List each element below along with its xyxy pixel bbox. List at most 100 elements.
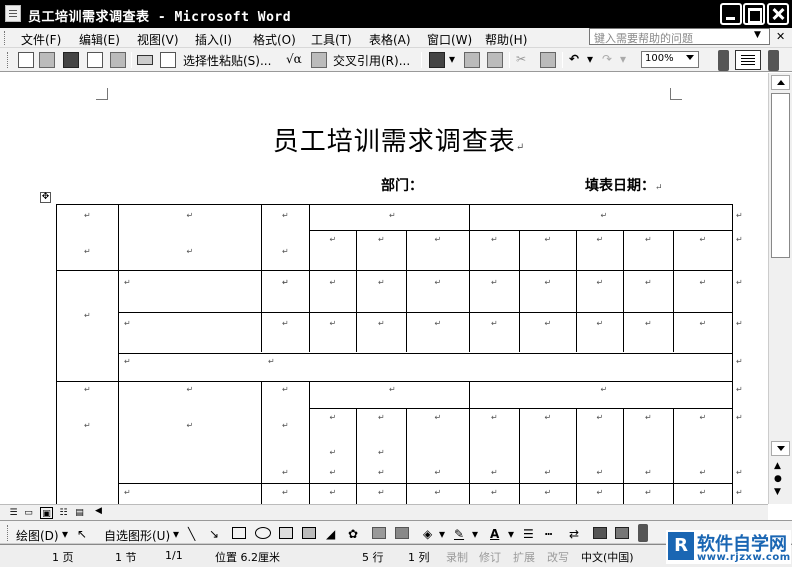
menu-help[interactable]: 帮助(H) <box>485 31 527 48</box>
scroll-thumb[interactable] <box>771 93 790 258</box>
print-icon[interactable] <box>137 55 153 65</box>
fill-color-icon[interactable]: ◈ <box>423 527 432 541</box>
new-document-icon[interactable] <box>18 52 34 68</box>
line-color-dropdown-icon[interactable]: ▾ <box>472 527 478 541</box>
survey-table[interactable]: ↵ ↵ ↵ ↵ ↵ ↵ ↵ ↵ ↵ ↵ ↵ ↵ ↵ ↵ ↵ ↵ ↵ ↵ ↵ ↵ ↵ ↵ ↵ ↵ ↵ ↵ ↵ ↵ ↵ ↵ ↵ ↵ ↵ ↵ ↵ ↵ ↵ ↵ ↵ ↵… <box>56 204 743 504</box>
scroll-up-button[interactable] <box>771 75 790 90</box>
arrow-tool-icon[interactable]: ↘ <box>209 527 219 541</box>
redo-dropdown-icon[interactable]: ▾ <box>620 52 626 66</box>
line-color-icon[interactable]: ✎ <box>454 527 464 541</box>
document-close-icon[interactable]: ✕ <box>776 30 785 43</box>
drawing-toolbar-options-icon[interactable] <box>638 524 648 542</box>
borders-icon[interactable] <box>735 50 761 70</box>
redo-icon[interactable]: ↷ <box>602 52 612 66</box>
format-painter-icon[interactable] <box>540 52 556 68</box>
web-view-icon[interactable]: ▭ <box>22 507 35 519</box>
cut-icon[interactable]: ✂ <box>516 52 526 66</box>
select-objects-icon[interactable]: ↖ <box>77 527 87 541</box>
toolbar-grip-handle[interactable] <box>7 52 10 68</box>
insert-picture-draw-icon[interactable] <box>395 527 409 539</box>
equation-icon[interactable]: √α <box>286 52 302 66</box>
cell-end-mark: ↵ <box>124 488 131 497</box>
oval-tool-icon[interactable] <box>255 527 271 539</box>
print-preview-icon[interactable] <box>110 52 126 68</box>
diagram-icon[interactable]: ✿ <box>348 527 358 541</box>
status-column: 1 列 <box>408 551 430 564</box>
toolbar-options-icon-2[interactable] <box>768 50 779 71</box>
line-tool-icon[interactable]: ╲ <box>188 527 195 541</box>
reading-view-icon[interactable]: ▤ <box>73 507 86 519</box>
status-page-of: 1/1 <box>165 549 183 562</box>
next-page-icon[interactable]: ▼ <box>774 487 781 497</box>
outline-view-icon[interactable]: ☷ <box>57 507 70 519</box>
menu-view[interactable]: 视图(V) <box>137 31 179 48</box>
dash-style-icon[interactable]: ┅ <box>545 527 552 541</box>
font-color-icon[interactable]: A <box>490 527 499 541</box>
wordart-icon[interactable]: ◢ <box>326 527 335 541</box>
status-track-changes[interactable]: 修订 <box>479 549 501 565</box>
open-folder-icon[interactable] <box>39 52 55 68</box>
table-border <box>469 204 470 352</box>
undo-dropdown-icon[interactable]: ▾ <box>587 52 593 66</box>
minimize-button[interactable] <box>720 3 742 25</box>
menu-file[interactable]: 文件(F) <box>21 31 61 48</box>
maximize-button[interactable] <box>743 3 765 25</box>
dropdown-arrow-icon[interactable]: ▾ <box>449 52 455 66</box>
undo-icon[interactable]: ↶ <box>569 52 579 66</box>
normal-view-icon[interactable]: ☰ <box>7 507 20 519</box>
font-color-dropdown-icon[interactable]: ▾ <box>508 527 514 541</box>
fill-color-dropdown-icon[interactable]: ▾ <box>439 527 445 541</box>
text-box-icon[interactable] <box>279 527 293 539</box>
menu-window[interactable]: 窗口(W) <box>427 31 472 48</box>
menu-insert[interactable]: 插入(I) <box>195 31 232 48</box>
toolbar-options-icon[interactable] <box>718 50 729 71</box>
menu-grip-handle[interactable] <box>4 31 7 45</box>
menu-format[interactable]: 格式(O) <box>253 31 296 48</box>
drawing-grip-handle[interactable] <box>7 525 10 541</box>
word-document-icon[interactable] <box>5 5 21 22</box>
status-record[interactable]: 录制 <box>446 549 468 565</box>
menu-table[interactable]: 表格(A) <box>369 31 411 48</box>
spelling-icon[interactable] <box>464 52 480 68</box>
show-hide-formatting-icon[interactable] <box>429 52 445 68</box>
previous-page-icon[interactable]: ▲ <box>774 461 781 471</box>
status-extend[interactable]: 扩展 <box>513 549 535 565</box>
cell-end-mark: ↵ <box>491 468 498 477</box>
status-overtype[interactable]: 改写 <box>547 549 569 565</box>
browse-object-icon[interactable]: ● <box>774 474 782 484</box>
paragraph-mark: ↵ <box>515 142 526 153</box>
table-move-handle[interactable]: ✥ <box>40 192 51 203</box>
insert-picture-icon[interactable] <box>311 52 327 68</box>
scroll-left-icon[interactable]: ◀ <box>95 506 102 516</box>
line-style-icon[interactable]: ☰ <box>523 527 534 541</box>
close-button[interactable] <box>767 3 789 25</box>
3d-style-icon[interactable] <box>615 527 629 539</box>
vertical-text-box-icon[interactable] <box>302 527 316 539</box>
paste-special-button[interactable]: 选择性粘贴(S)... <box>183 52 271 69</box>
vertical-scrollbar[interactable]: ▲ ● ▼ <box>768 73 792 504</box>
draw-menu-button[interactable]: 绘图(D) <box>16 527 59 544</box>
menu-edit[interactable]: 编辑(E) <box>79 31 120 48</box>
help-search-input[interactable]: 键入需要帮助的问题 <box>589 28 770 45</box>
help-dropdown-icon[interactable]: ▼ <box>754 30 761 40</box>
rectangle-tool-icon[interactable] <box>232 527 246 539</box>
save-icon[interactable] <box>63 52 79 68</box>
cell-end-mark: ↵ <box>329 413 337 422</box>
document-page[interactable]: 员工培训需求调查表↵ 部门： 填表日期：↵ ✥ ↵ ↵ ↵ ↵ ↵ ↵ ↵ ↵ ↵ ↵ ↵ ↵ ↵ ↵ ↵ ↵… <box>0 73 768 504</box>
autoshapes-dropdown-icon[interactable]: ▾ <box>173 527 179 541</box>
shadow-style-icon[interactable] <box>593 527 607 539</box>
research-icon[interactable] <box>160 52 176 68</box>
arrow-style-icon[interactable]: ⇄ <box>569 527 579 541</box>
menu-tools[interactable]: 工具(T) <box>311 31 352 48</box>
scroll-down-button[interactable] <box>771 441 790 456</box>
cross-reference-button[interactable]: 交叉引用(R)... <box>333 52 410 69</box>
zoom-dropdown-icon[interactable] <box>686 55 694 60</box>
autoshapes-button[interactable]: 自选图形(U) <box>104 527 170 544</box>
draw-dropdown-icon[interactable]: ▾ <box>62 527 68 541</box>
research-tool-icon[interactable] <box>487 52 503 68</box>
print-layout-view-icon[interactable]: ▣ <box>40 507 53 519</box>
permission-icon[interactable] <box>87 52 103 68</box>
cell-end-mark: ↵ <box>378 278 385 287</box>
cell-end-mark: ↵ <box>186 421 194 430</box>
clip-art-icon[interactable] <box>372 527 386 539</box>
